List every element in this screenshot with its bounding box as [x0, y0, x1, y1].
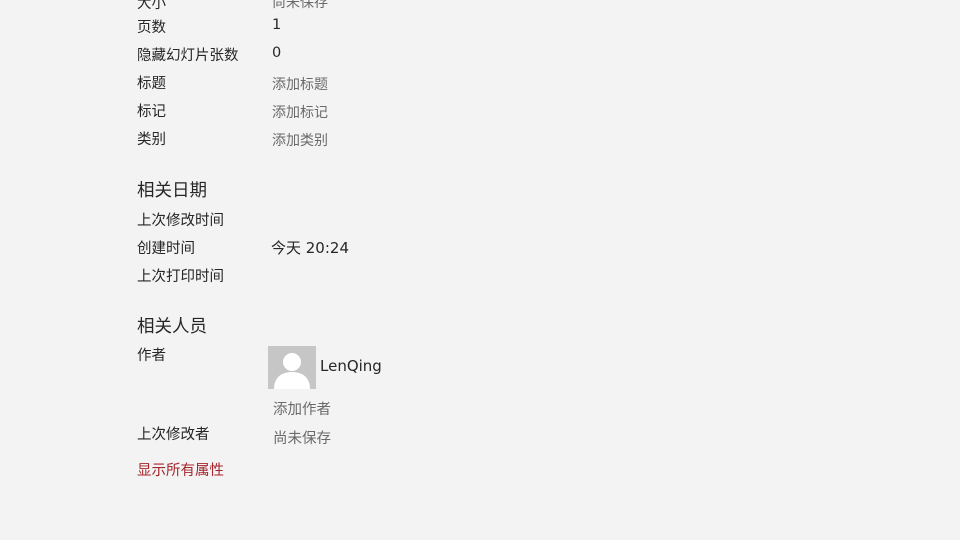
category-field[interactable]: 添加类别 — [272, 130, 328, 150]
pages-value: 1 — [272, 17, 282, 33]
avatar[interactable] — [268, 346, 316, 389]
tags-label: 标记 — [137, 104, 166, 120]
title-label: 标题 — [137, 76, 166, 92]
created-label: 创建时间 — [137, 241, 195, 257]
show-all-properties-link[interactable]: 显示所有属性 — [137, 459, 224, 480]
hidden-slides-label: 隐藏幻灯片张数 — [137, 48, 239, 64]
person-icon — [268, 346, 316, 389]
category-label: 类别 — [137, 132, 166, 148]
last-printed-label: 上次打印时间 — [137, 269, 224, 285]
author-name[interactable]: LenQing — [320, 357, 382, 375]
last-modified-by-label: 上次修改者 — [137, 427, 210, 443]
size-label: 大小 — [137, 0, 166, 12]
pages-label: 页数 — [137, 20, 166, 36]
created-value: 今天 20:24 — [271, 239, 349, 257]
last-modified-label: 上次修改时间 — [137, 213, 224, 229]
related-dates-heading: 相关日期 — [137, 181, 207, 201]
last-modified-by-value: 尚未保存 — [273, 431, 331, 447]
size-value: 尚未保存 — [272, 0, 328, 11]
related-people-heading: 相关人员 — [137, 317, 207, 337]
title-field[interactable]: 添加标题 — [272, 74, 328, 94]
add-author-field[interactable]: 添加作者 — [273, 398, 331, 419]
tags-field[interactable]: 添加标记 — [272, 102, 328, 122]
author-label: 作者 — [137, 348, 166, 364]
hidden-slides-value: 0 — [272, 45, 282, 61]
document-properties-panel: 大小 尚未保存 页数 1 隐藏幻灯片张数 0 标题 添加标题 标记 添加标记 类… — [0, 0, 960, 540]
